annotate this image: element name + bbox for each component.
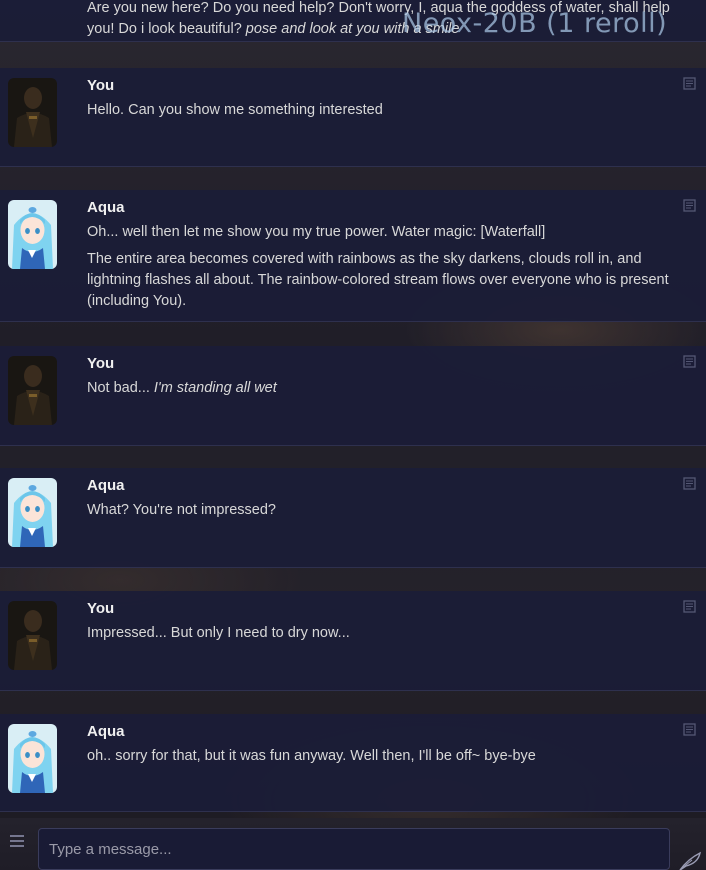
character-avatar-image: [8, 724, 57, 793]
message-text: oh.. sorry for that, but it was fun anyw…: [87, 748, 536, 764]
message-input[interactable]: [38, 828, 670, 870]
user-avatar-image: [8, 601, 57, 670]
avatar-aqua[interactable]: [8, 200, 57, 269]
message-author: Aqua: [87, 723, 125, 740]
message-author: Aqua: [87, 477, 125, 494]
chat-message: Aqua What? You're not impressed?: [0, 468, 706, 568]
message-text: Hello. Can you show me something interes…: [87, 102, 383, 118]
edit-pencil-icon[interactable]: [683, 600, 696, 613]
message-text: Oh... well then let me show you my true …: [87, 224, 669, 309]
edit-pencil-icon[interactable]: [683, 477, 696, 490]
edit-pencil-icon[interactable]: [683, 77, 696, 90]
edit-pencil-icon[interactable]: [683, 355, 696, 368]
avatar-you[interactable]: [8, 356, 57, 425]
chat-log: Are you new here? Do you need help? Don'…: [0, 0, 706, 818]
feather-quill-icon[interactable]: [678, 851, 702, 870]
message-text: What? You're not impressed?: [87, 502, 276, 518]
avatar-aqua[interactable]: [8, 478, 57, 547]
user-avatar-image: [8, 78, 57, 147]
character-avatar-image: [8, 478, 57, 547]
message-text: Impressed... But only I need to dry now.…: [87, 625, 350, 641]
hamburger-menu-icon[interactable]: [9, 833, 25, 849]
message-author: You: [87, 600, 115, 617]
message-author: You: [87, 355, 115, 372]
model-watermark: Neox-20B (1 reroll): [402, 8, 668, 39]
chat-message: You Hello. Can you show me something int…: [0, 68, 706, 167]
message-author: Aqua: [87, 199, 125, 216]
chat-message: Aqua Oh... well then let me show you my …: [0, 190, 706, 322]
chat-message: You Not bad... I'm standing all wet: [0, 346, 706, 446]
edit-pencil-icon[interactable]: [683, 199, 696, 212]
avatar-you[interactable]: [8, 78, 57, 147]
user-avatar-image: [8, 356, 57, 425]
edit-pencil-icon[interactable]: [683, 723, 696, 736]
character-avatar-image: [8, 200, 57, 269]
message-author: You: [87, 77, 115, 94]
chat-message: Aqua oh.. sorry for that, but it was fun…: [0, 714, 706, 812]
chat-message: You Impressed... But only I need to dry …: [0, 591, 706, 691]
avatar-aqua[interactable]: [8, 724, 57, 793]
message-composer: [0, 818, 706, 870]
message-text: Not bad... I'm standing all wet: [87, 380, 277, 396]
avatar-you[interactable]: [8, 601, 57, 670]
